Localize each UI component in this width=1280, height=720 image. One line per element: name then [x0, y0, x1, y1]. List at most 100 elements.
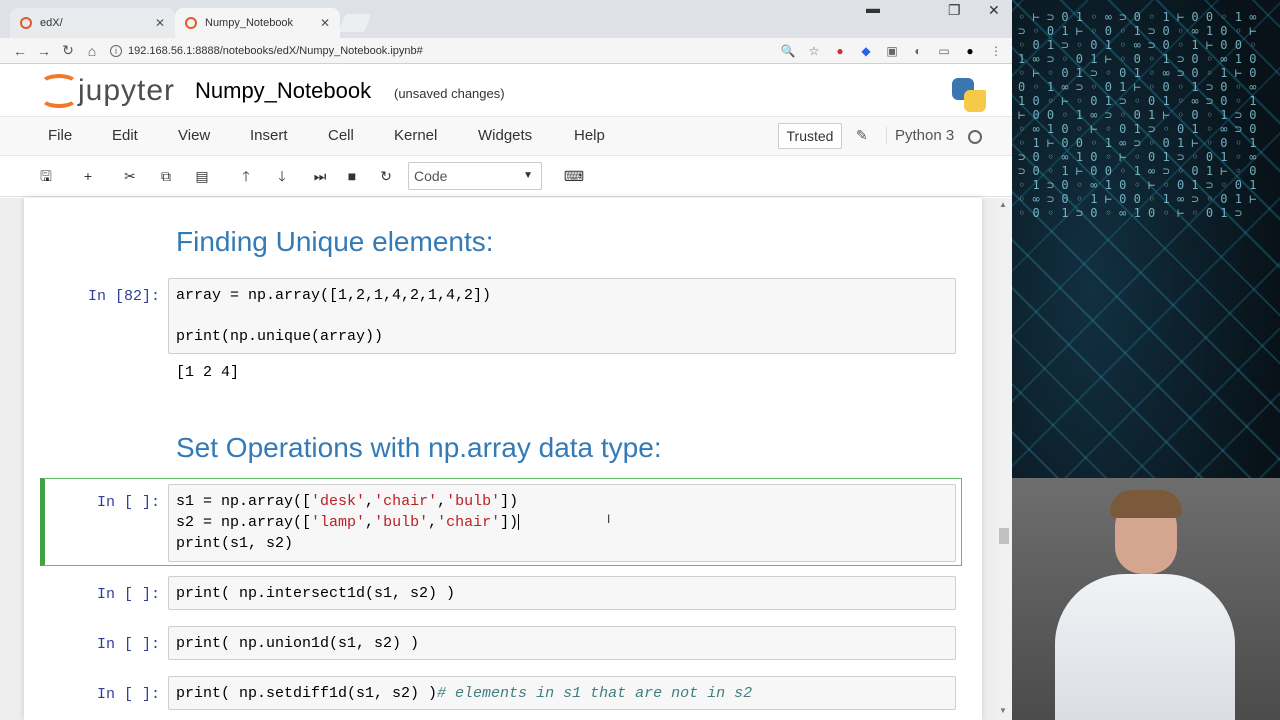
browser-window: edX/ ✕ Numpy_Notebook ✕ ▬ ❐ ✕ ← → ↻ ⌂ i … — [0, 0, 1012, 720]
jupyter-logo-icon — [40, 74, 78, 108]
close-icon[interactable]: ✕ — [320, 16, 330, 30]
info-icon[interactable]: i — [110, 44, 122, 57]
cell-type-value: Code — [414, 168, 448, 184]
mouse-ibeam-icon: I — [607, 512, 611, 526]
cell-type-select[interactable]: Code ▼ — [408, 162, 542, 190]
new-tab-button[interactable] — [338, 14, 372, 32]
cell-prompt: In [ ]: — [96, 686, 160, 703]
kernel-status-icon — [968, 130, 982, 144]
scroll-up-icon[interactable]: ▲ — [999, 200, 1007, 209]
jupyter-logo[interactable]: jupyter — [40, 74, 175, 108]
jupyter-header: jupyter Numpy_Notebook (unsaved changes) — [0, 64, 1012, 116]
menu-cell[interactable]: Cell — [328, 127, 354, 144]
text-cursor — [518, 514, 520, 531]
notebook-scrollbar[interactable]: ▲ ▼ — [996, 198, 1012, 720]
bookmark-star-icon[interactable]: ☆ — [806, 44, 822, 58]
scroll-down-icon[interactable]: ▼ — [999, 706, 1007, 715]
matrix-code-decoration: ◦ ⊢ ⊃ 0 1 ◦ ∞ ⊃ 0 ◦ 1 ⊢ 0 0 ◦ 1 ∞ ⊃ ◦ 0 … — [1018, 10, 1257, 220]
home-icon[interactable]: ⌂ — [80, 43, 104, 59]
tab-label: Numpy_Notebook — [205, 17, 294, 29]
run-icon[interactable]: ⏭ — [306, 165, 334, 187]
menu-view[interactable]: View — [178, 127, 210, 144]
code-cell[interactable]: print( np.union1d(s1, s2) ) — [168, 626, 956, 660]
menu-help[interactable]: Help — [574, 127, 605, 144]
paste-icon[interactable]: ▤ — [188, 165, 216, 187]
extension-icons: 🔍 ☆ ● ◆ ▣ ◐ ▭ ● ⋮ — [780, 44, 1004, 58]
kernel-name: Python 3 — [886, 127, 954, 144]
cell-prompt: In [ ]: — [96, 586, 160, 603]
opera-extension-icon[interactable]: ● — [832, 44, 848, 58]
code-line: print(s1, s2) — [176, 535, 294, 552]
notebook-toolbar: 🖫 + ✂ ⧉ ▤ 🡑 🡓 ⏭ ■ ↻ Code ▼ ⌨ — [0, 157, 1012, 197]
url-text: 192.168.56.1:8888/notebooks/edX/Numpy_No… — [128, 44, 423, 57]
code-cell[interactable]: print( np.setdiff1d(s1, s2) )# elements … — [168, 676, 956, 710]
code-line: print(np.unique(array)) — [176, 328, 384, 345]
code-line: print( np.union1d(s1, s2) ) — [176, 635, 420, 652]
menu-file[interactable]: File — [48, 127, 72, 144]
save-status: (unsaved changes) — [394, 86, 505, 101]
copy-icon[interactable]: ⧉ — [152, 165, 180, 187]
extension-icon[interactable]: ◐ — [910, 44, 926, 58]
restart-icon[interactable]: ↻ — [372, 165, 400, 187]
tab-bar: edX/ ✕ Numpy_Notebook ✕ ▬ ❐ ✕ — [0, 0, 1012, 38]
tab-label: edX/ — [40, 17, 63, 29]
markdown-heading: Finding Unique elements: — [176, 226, 494, 257]
cell-output: [1 2 4] — [176, 364, 240, 381]
cut-icon[interactable]: ✂ — [116, 165, 144, 187]
tab-numpy-notebook[interactable]: Numpy_Notebook ✕ — [175, 8, 340, 38]
extension-icon[interactable]: ▣ — [884, 44, 900, 58]
maximize-icon[interactable]: ❐ — [948, 2, 961, 19]
code-line: print( np.setdiff1d(s1, s2) )# elements … — [176, 685, 753, 702]
menu-edit[interactable]: Edit — [112, 127, 138, 144]
markdown-heading: Set Operations with np.array data type: — [176, 432, 662, 463]
presenter-shirt — [1055, 574, 1235, 720]
presenter-hair — [1110, 490, 1182, 518]
move-down-icon[interactable]: 🡓 — [268, 165, 296, 187]
cell-prompt: In [ ]: — [96, 636, 160, 653]
code-cell-active[interactable]: s1 = np.array(['desk','chair','bulb']) s… — [168, 484, 956, 562]
code-line: print( np.intersect1d(s1, s2) ) — [176, 585, 456, 602]
menu-widgets[interactable]: Widgets — [478, 127, 532, 144]
dropbox-extension-icon[interactable]: ◆ — [858, 44, 874, 58]
close-icon[interactable]: ✕ — [155, 16, 165, 30]
code-cell[interactable]: array = np.array([1,2,1,4,2,1,4,2]) prin… — [168, 278, 956, 354]
jupyter-logo-text: jupyter — [78, 74, 176, 107]
edit-pencil-icon[interactable]: ✎ — [856, 127, 868, 144]
jupyter-favicon-icon — [185, 17, 197, 29]
extension-icon[interactable]: ● — [962, 44, 978, 58]
cast-icon[interactable]: ▭ — [936, 44, 952, 58]
chrome-menu-icon[interactable]: ⋮ — [988, 44, 1004, 58]
save-icon[interactable]: 🖫 — [32, 165, 60, 187]
address-bar: ← → ↻ ⌂ i 192.168.56.1:8888/notebooks/ed… — [0, 38, 1012, 64]
url-field[interactable]: i 192.168.56.1:8888/notebooks/edX/Numpy_… — [110, 44, 780, 57]
close-window-icon[interactable]: ✕ — [988, 2, 1000, 19]
notebook-area: Finding Unique elements: In [82]: array … — [0, 198, 1012, 720]
code-line: s1 = np.array(['desk','chair','bulb']) — [176, 493, 519, 510]
jupyter-favicon-icon — [20, 17, 32, 29]
keyboard-icon[interactable]: ⌨ — [560, 165, 588, 187]
stop-icon[interactable]: ■ — [338, 165, 366, 187]
menu-insert[interactable]: Insert — [250, 127, 288, 144]
cell-prompt: In [82]: — [87, 288, 160, 305]
python-logo-icon — [952, 78, 986, 112]
reload-icon[interactable]: ↻ — [56, 42, 80, 59]
menu-kernel[interactable]: Kernel — [394, 127, 437, 144]
cell-prompt: In [ ]: — [96, 494, 160, 511]
move-up-icon[interactable]: 🡑 — [232, 165, 260, 187]
code-line: array = np.array([1,2,1,4,2,1,4,2]) — [176, 287, 492, 304]
back-icon[interactable]: ← — [8, 43, 32, 59]
chevron-down-icon: ▼ — [523, 170, 533, 181]
notebook-title[interactable]: Numpy_Notebook — [195, 78, 371, 104]
presenter-video — [1010, 478, 1280, 720]
code-cell[interactable]: print( np.intersect1d(s1, s2) ) — [168, 576, 956, 610]
search-icon[interactable]: 🔍 — [780, 44, 796, 58]
minimize-icon[interactable]: ▬ — [866, 0, 880, 16]
tab-edx[interactable]: edX/ ✕ — [10, 8, 175, 38]
menu-bar: File Edit View Insert Cell Kernel Widget… — [0, 116, 1012, 156]
scrollbar-thumb[interactable] — [999, 528, 1009, 544]
forward-icon[interactable]: → — [32, 43, 56, 59]
add-cell-icon[interactable]: + — [74, 165, 102, 187]
code-line: s2 = np.array(['lamp','bulb','chair']) — [176, 514, 520, 531]
trusted-button[interactable]: Trusted — [778, 123, 842, 149]
